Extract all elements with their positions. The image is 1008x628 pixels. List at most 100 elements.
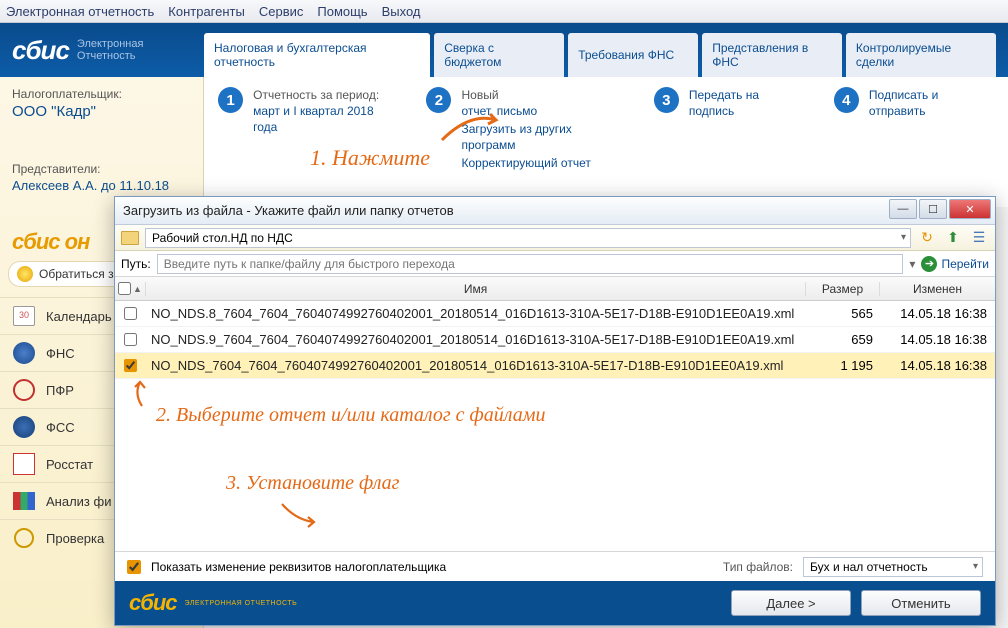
fns-icon (13, 342, 35, 364)
path-label: Путь: (121, 257, 151, 271)
dialog-title: Загрузить из файла - Укажите файл или па… (123, 203, 454, 218)
logo-text: сбис (12, 35, 69, 66)
minimize-button[interactable]: — (889, 199, 917, 219)
tab-controlled-deals[interactable]: Контролируемые сделки (846, 33, 996, 77)
logo: сбис Электронная Отчетность (12, 35, 204, 66)
file-size: 565 (805, 306, 879, 321)
file-row[interactable]: NO_NDS.9_7604_7604_7604074992760402001_2… (115, 327, 995, 353)
representatives-block: Представители: Алексеев А.А. до 11.10.18 (0, 156, 203, 199)
sidebar-item-label: ФСС (46, 420, 75, 435)
select-all-checkbox[interactable] (118, 282, 131, 295)
file-row[interactable]: NO_NDS_7604_7604_7604074992760402001_201… (115, 353, 995, 379)
support-label: Обратиться з (39, 267, 114, 281)
dialog-title-bar[interactable]: Загрузить из файла - Укажите файл или па… (115, 197, 995, 225)
tab-fns-submissions[interactable]: Представления в ФНС (702, 33, 842, 77)
send-to-sign-link[interactable]: Передать на подпись (689, 87, 804, 119)
file-size: 1 195 (805, 358, 879, 373)
menu-item[interactable]: Выход (382, 4, 421, 19)
fss-icon (13, 416, 35, 438)
sidebar-item-label: ПФР (46, 383, 74, 398)
taxpayer-org[interactable]: ООО "Кадр" (12, 103, 191, 120)
logo-subtitle: Электронная (77, 38, 144, 50)
annotation-1: 1. Нажмите (310, 145, 430, 171)
annotation-3: 3. Установите флаг (226, 472, 399, 495)
workflow-step-3: 3 Передать на подпись (654, 87, 804, 173)
menu-item[interactable]: Сервис (259, 4, 304, 19)
menu-item[interactable]: Помощь (317, 4, 367, 19)
menu-bar: Электронная отчетность Контрагенты Серви… (0, 0, 1008, 23)
folder-combo[interactable]: Рабочий стол.НД по НДС (145, 228, 911, 248)
file-grid-body: NO_NDS.8_7604_7604_7604074992760402001_2… (115, 301, 995, 379)
file-row[interactable]: NO_NDS.8_7604_7604_7604074992760402001_2… (115, 301, 995, 327)
file-modified: 14.05.18 16:38 (879, 332, 995, 347)
representative-link[interactable]: Алексеев А.А. до 11.10.18 (12, 178, 191, 193)
filetype-label: Тип файлов: (723, 560, 793, 574)
col-modified[interactable]: Изменен (879, 282, 995, 296)
correcting-report-link[interactable]: Корректирующий отчет (461, 155, 623, 171)
filetype-select[interactable]: Бух и нал отчетность (803, 557, 983, 577)
rosstat-icon (13, 453, 35, 475)
col-size[interactable]: Размер (805, 282, 879, 296)
menu-item[interactable]: Электронная отчетность (6, 4, 154, 19)
tab-budget-reconcile[interactable]: Сверка с бюджетом (434, 33, 564, 77)
pfr-icon (13, 379, 35, 401)
dialog-bottom-bar: сбис ЭЛЕКТРОННАЯ ОТЧЕТНОСТЬ Далее > Отме… (115, 581, 995, 625)
row-checkbox[interactable] (124, 333, 137, 346)
folder-icon (121, 231, 139, 245)
period-link[interactable]: март и I квартал 2018 года (253, 103, 396, 135)
app-header: сбис Электронная Отчетность Налоговая и … (0, 23, 1008, 77)
step-number-icon: 1 (218, 87, 243, 113)
row-checkbox[interactable] (124, 307, 137, 320)
up-folder-icon[interactable]: ⬆ (943, 228, 963, 248)
sign-send-link[interactable]: Подписать и отправить (869, 87, 994, 119)
file-size: 659 (805, 332, 879, 347)
view-icon[interactable]: ☰ (969, 228, 989, 248)
file-name: NO_NDS_7604_7604_7604074992760402001_201… (145, 358, 805, 373)
refresh-icon[interactable]: ↻ (917, 228, 937, 248)
arrow-icon (440, 110, 500, 150)
file-name: NO_NDS.8_7604_7604_7604074992760402001_2… (145, 306, 805, 321)
menu-item[interactable]: Контрагенты (168, 4, 245, 19)
tab-tax-accounting[interactable]: Налоговая и бухгалтерская отчетность (204, 33, 430, 77)
sidebar-item-label: Росстат (46, 457, 93, 472)
magnifier-icon (14, 528, 34, 548)
arrow-icon (128, 378, 158, 408)
main-tabs: Налоговая и бухгалтерская отчетность Све… (204, 23, 996, 77)
go-icon: ➔ (921, 256, 937, 272)
cancel-button[interactable]: Отменить (861, 590, 981, 616)
step-number-icon: 3 (654, 87, 679, 113)
taxpayer-label: Налогоплательщик: (12, 87, 191, 101)
close-button[interactable]: ✕ (949, 199, 991, 219)
step-number-icon: 4 (834, 87, 859, 113)
tab-fns-requirements[interactable]: Требования ФНС (568, 33, 698, 77)
file-modified: 14.05.18 16:38 (879, 358, 995, 373)
logo-subtitle: Отчетность (77, 50, 144, 62)
sort-arrow-icon[interactable]: ▲ (133, 284, 142, 294)
path-input[interactable] (157, 254, 904, 274)
go-button[interactable]: ➔ Перейти (921, 256, 989, 272)
path-row: Путь: ▾ ➔Перейти (115, 251, 995, 277)
sidebar-item-label: ФНС (46, 346, 75, 361)
calendar-icon: 30 (13, 306, 35, 326)
reps-label: Представители: (12, 162, 191, 176)
go-label: Перейти (941, 257, 989, 271)
breadcrumb-row: Рабочий стол.НД по НДС ↻ ⬆ ☰ (115, 225, 995, 251)
col-name[interactable]: Имя (145, 282, 805, 296)
arrow-icon (278, 500, 318, 530)
sidebar-item-label: Проверка (46, 531, 104, 546)
show-changes-checkbox[interactable] (127, 560, 141, 574)
next-button[interactable]: Далее > (731, 590, 851, 616)
dialog-footer-options: Показать изменение реквизитов налогоплат… (115, 551, 995, 581)
workflow-pane: 1 Отчетность за период: март и I квартал… (204, 77, 1008, 207)
taxpayer-block: Налогоплательщик: ООО "Кадр" (0, 77, 203, 126)
bottom-logo: сбис (129, 590, 177, 616)
maximize-button[interactable]: ☐ (919, 199, 947, 219)
annotation-2: 2. Выберите отчет и/или каталог с файлам… (156, 404, 545, 427)
chart-icon (13, 492, 35, 510)
filetype-value: Бух и нал отчетность (810, 560, 928, 574)
file-grid-header: ▲ Имя Размер Изменен (115, 277, 995, 301)
file-modified: 14.05.18 16:38 (879, 306, 995, 321)
row-checkbox[interactable] (124, 359, 137, 372)
bottom-logo-sub: ЭЛЕКТРОННАЯ ОТЧЕТНОСТЬ (185, 600, 298, 607)
step-title: Новый (461, 88, 498, 102)
